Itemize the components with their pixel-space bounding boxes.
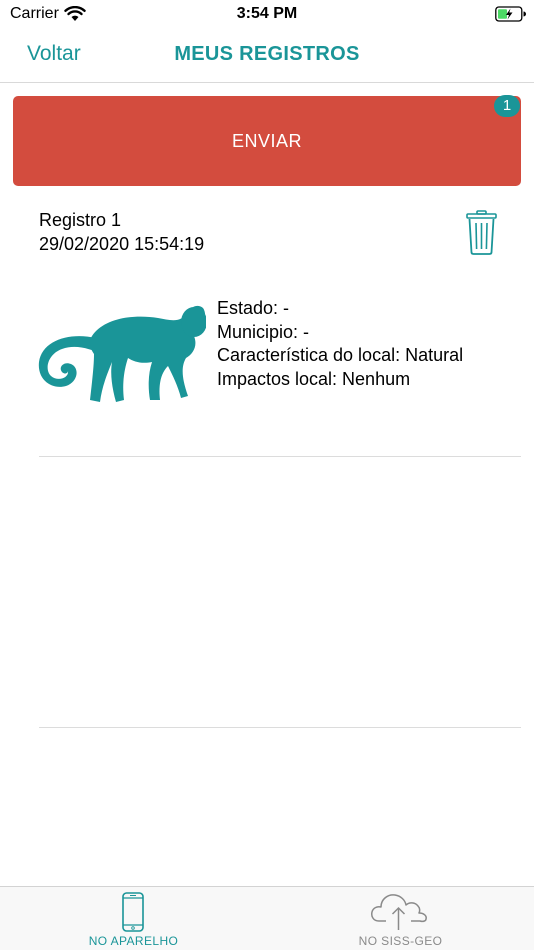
tab-bar: NO APARELHO NO SISS-GEO xyxy=(0,886,534,950)
status-bar: Carrier 3:54 PM xyxy=(0,0,534,30)
detail-caracteristica: Característica do local: Natural xyxy=(217,345,464,365)
detail-municipio: Municipio: - xyxy=(217,321,310,342)
monkey-icon xyxy=(38,305,206,402)
tab-label: NO APARELHO xyxy=(88,934,179,948)
record-datetime: 29/02/2020 15:54:19 xyxy=(39,234,205,254)
pending-count-badge: 1 xyxy=(494,95,520,117)
record-details: Estado: - Municipio: - Característica do… xyxy=(217,297,463,391)
record-name: Registro 1 xyxy=(39,210,122,230)
tab-no-aparelho[interactable]: NO APARELHO xyxy=(0,887,267,950)
send-button[interactable]: ENVIAR xyxy=(13,96,521,186)
send-button-label: ENVIAR xyxy=(231,130,303,151)
detail-estado: Estado: - xyxy=(217,298,290,318)
cloud-upload-icon xyxy=(371,894,427,930)
tab-label: NO SISS-GEO xyxy=(358,934,443,948)
page-title: MEUS REGISTROS xyxy=(174,43,360,65)
phone-icon xyxy=(122,892,144,932)
divider xyxy=(39,727,521,728)
battery-charging-icon xyxy=(495,6,526,22)
clock: 3:54 PM xyxy=(236,5,298,22)
tab-no-siss-geo[interactable]: NO SISS-GEO xyxy=(267,887,534,950)
divider xyxy=(39,456,521,457)
navigation-bar: Voltar MEUS REGISTROS xyxy=(0,30,534,83)
screen: Carrier 3:54 PM Voltar MEUS REGISTROS EN… xyxy=(0,0,534,950)
trash-icon[interactable] xyxy=(466,210,497,255)
detail-impactos: Impactos local: Nenhum xyxy=(217,368,411,389)
